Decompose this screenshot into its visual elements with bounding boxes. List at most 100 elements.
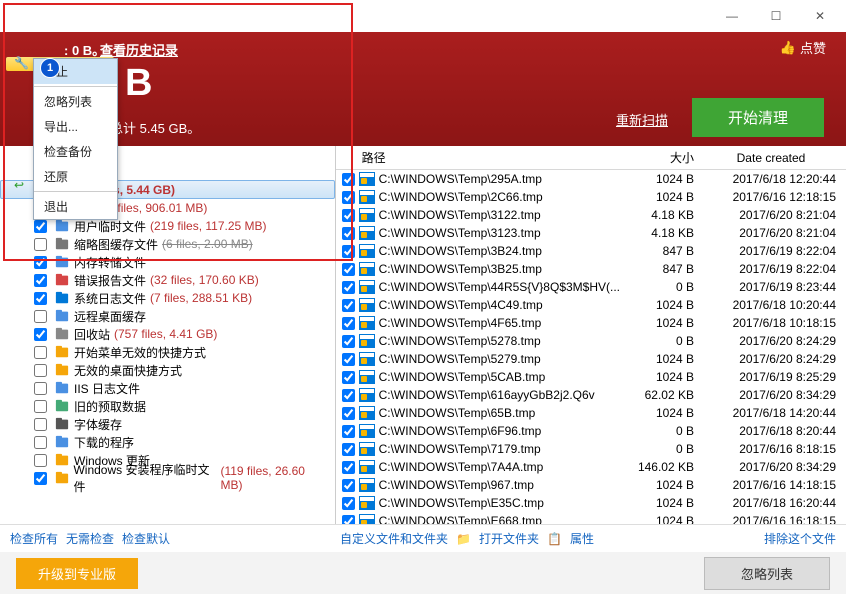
- category-checkbox[interactable]: [34, 292, 47, 305]
- file-checkbox[interactable]: [342, 497, 355, 510]
- file-checkbox[interactable]: [342, 389, 355, 402]
- category-row[interactable]: IIS 日志文件: [0, 379, 335, 397]
- file-checkbox[interactable]: [342, 479, 355, 492]
- file-checkbox[interactable]: [342, 245, 355, 258]
- file-row[interactable]: C:\WINDOWS\Temp\3122.tmp4.18 KB2017/6/20…: [336, 206, 846, 224]
- col-size[interactable]: 大小: [620, 149, 702, 166]
- category-checkbox[interactable]: [34, 472, 47, 485]
- like-button[interactable]: 👍 点赞: [780, 38, 826, 57]
- category-checkbox[interactable]: [34, 454, 47, 467]
- file-row[interactable]: C:\WINDOWS\Temp\7A4A.tmp146.02 KB2017/6/…: [336, 458, 846, 476]
- file-checkbox[interactable]: [342, 281, 355, 294]
- file-row[interactable]: C:\WINDOWS\Temp\6F96.tmp0 B2017/6/18 8:2…: [336, 422, 846, 440]
- file-row[interactable]: C:\WINDOWS\Temp\3B24.tmp847 B2017/6/19 8…: [336, 242, 846, 260]
- category-checkbox[interactable]: [34, 418, 47, 431]
- category-row[interactable]: 系统日志文件 (7 files, 288.51 KB): [0, 289, 335, 307]
- check-default-link[interactable]: 检查默认: [122, 530, 170, 547]
- category-row[interactable]: 缩略图缓存文件 (6 files, 2.00 MB): [0, 235, 335, 253]
- upgrade-button[interactable]: 升级到专业版: [16, 558, 138, 589]
- menu-item-5[interactable]: 退出: [34, 194, 117, 219]
- category-row[interactable]: 回收站 (757 files, 4.41 GB): [0, 325, 335, 343]
- check-all-link[interactable]: 检查所有: [10, 530, 58, 547]
- file-checkbox[interactable]: [342, 461, 355, 474]
- file-row[interactable]: C:\WINDOWS\Temp\967.tmp1024 B2017/6/16 1…: [336, 476, 846, 494]
- menu-item-3[interactable]: 检查备份: [34, 139, 117, 164]
- ignore-list-button[interactable]: 忽略列表: [704, 557, 830, 590]
- file-checkbox[interactable]: [342, 443, 355, 456]
- file-row[interactable]: C:\WINDOWS\Temp\E668.tmp1024 B2017/6/16 …: [336, 512, 846, 524]
- file-checkbox[interactable]: [342, 191, 355, 204]
- col-date[interactable]: Date created: [702, 151, 840, 165]
- category-checkbox[interactable]: [34, 436, 47, 449]
- category-row[interactable]: 无效的桌面快捷方式: [0, 361, 335, 379]
- category-checkbox[interactable]: [34, 220, 47, 233]
- category-icon: [54, 290, 70, 306]
- category-icon: [54, 272, 70, 288]
- exclude-file-link[interactable]: 排除这个文件: [764, 530, 836, 547]
- file-checkbox[interactable]: [342, 407, 355, 420]
- category-checkbox[interactable]: [34, 256, 47, 269]
- open-folder-link[interactable]: 打开文件夹: [479, 530, 539, 547]
- menu-item-2[interactable]: 导出...: [34, 114, 117, 139]
- file-checkbox[interactable]: [342, 299, 355, 312]
- minimize-button[interactable]: —: [710, 2, 754, 30]
- category-checkbox[interactable]: [34, 274, 47, 287]
- custom-files-link[interactable]: 自定义文件和文件夹: [340, 530, 448, 547]
- category-row[interactable]: 错误报告文件 (32 files, 170.60 KB): [0, 271, 335, 289]
- start-clean-button[interactable]: 开始清理: [692, 98, 824, 137]
- file-size: 0 B: [620, 442, 702, 456]
- file-size: 1024 B: [620, 172, 702, 186]
- file-checkbox[interactable]: [342, 353, 355, 366]
- file-checkbox[interactable]: [342, 317, 355, 330]
- file-checkbox[interactable]: [342, 515, 355, 525]
- file-checkbox[interactable]: [342, 263, 355, 276]
- category-row[interactable]: 开始菜单无效的快捷方式: [0, 343, 335, 361]
- category-row[interactable]: Windows 安装程序临时文件 (119 files, 26.60 MB): [0, 469, 335, 487]
- maximize-button[interactable]: ☐: [754, 2, 798, 30]
- file-row[interactable]: C:\WINDOWS\Temp\E35C.tmp1024 B2017/6/18 …: [336, 494, 846, 512]
- menu-item-4[interactable]: 还原: [34, 164, 117, 189]
- file-row[interactable]: C:\WINDOWS\Temp\3123.tmp4.18 KB2017/6/20…: [336, 224, 846, 242]
- no-check-link[interactable]: 无需检查: [66, 530, 114, 547]
- category-checkbox[interactable]: [34, 346, 47, 359]
- category-row[interactable]: 内存转储文件: [0, 253, 335, 271]
- file-row[interactable]: C:\WINDOWS\Temp\5279.tmp1024 B2017/6/20 …: [336, 350, 846, 368]
- file-checkbox[interactable]: [342, 335, 355, 348]
- file-checkbox[interactable]: [342, 209, 355, 222]
- rescan-link[interactable]: 重新扫描: [616, 110, 668, 129]
- category-row[interactable]: 下载的程序: [0, 433, 335, 451]
- category-row[interactable]: 字体缓存: [0, 415, 335, 433]
- file-row[interactable]: C:\WINDOWS\Temp\65B.tmp1024 B2017/6/18 1…: [336, 404, 846, 422]
- category-checkbox[interactable]: [34, 310, 47, 323]
- file-checkbox[interactable]: [342, 227, 355, 240]
- menu-item-1[interactable]: 忽略列表: [34, 89, 117, 114]
- category-checkbox[interactable]: [34, 400, 47, 413]
- file-row[interactable]: C:\WINDOWS\Temp\295A.tmp1024 B2017/6/18 …: [336, 170, 846, 188]
- file-row[interactable]: C:\WINDOWS\Temp\3B25.tmp847 B2017/6/19 8…: [336, 260, 846, 278]
- file-checkbox[interactable]: [342, 371, 355, 384]
- file-path: C:\WINDOWS\Temp\7A4A.tmp: [379, 460, 620, 474]
- properties-link[interactable]: 属性: [570, 530, 594, 547]
- category-row[interactable]: 远程桌面缓存: [0, 307, 335, 325]
- file-icon: [359, 514, 375, 524]
- file-row[interactable]: C:\WINDOWS\Temp\616ayyGbB2j2.Q6v62.02 KB…: [336, 386, 846, 404]
- col-path[interactable]: 路径: [342, 149, 620, 166]
- file-path: C:\WINDOWS\Temp\65B.tmp: [379, 406, 620, 420]
- file-checkbox[interactable]: [342, 173, 355, 186]
- file-row[interactable]: C:\WINDOWS\Temp\5278.tmp0 B2017/6/20 8:2…: [336, 332, 846, 350]
- category-row[interactable]: 旧的预取数据: [0, 397, 335, 415]
- file-row[interactable]: C:\WINDOWS\Temp\2C66.tmp1024 B2017/6/16 …: [336, 188, 846, 206]
- file-row[interactable]: C:\WINDOWS\Temp\7179.tmp0 B2017/6/16 8:1…: [336, 440, 846, 458]
- category-checkbox[interactable]: [34, 364, 47, 377]
- file-row[interactable]: C:\WINDOWS\Temp\5CAB.tmp1024 B2017/6/19 …: [336, 368, 846, 386]
- category-checkbox[interactable]: [34, 238, 47, 251]
- wrench-icon: 🔧: [14, 56, 30, 72]
- file-row[interactable]: C:\WINDOWS\Temp\44R5S{V}8Q$3M$HV(...0 B2…: [336, 278, 846, 296]
- category-stats: (32 files, 170.60 KB): [150, 273, 259, 287]
- file-row[interactable]: C:\WINDOWS\Temp\4F65.tmp1024 B2017/6/18 …: [336, 314, 846, 332]
- file-row[interactable]: C:\WINDOWS\Temp\4C49.tmp1024 B2017/6/18 …: [336, 296, 846, 314]
- category-checkbox[interactable]: [34, 382, 47, 395]
- close-button[interactable]: ✕: [798, 2, 842, 30]
- file-checkbox[interactable]: [342, 425, 355, 438]
- category-checkbox[interactable]: [34, 328, 47, 341]
